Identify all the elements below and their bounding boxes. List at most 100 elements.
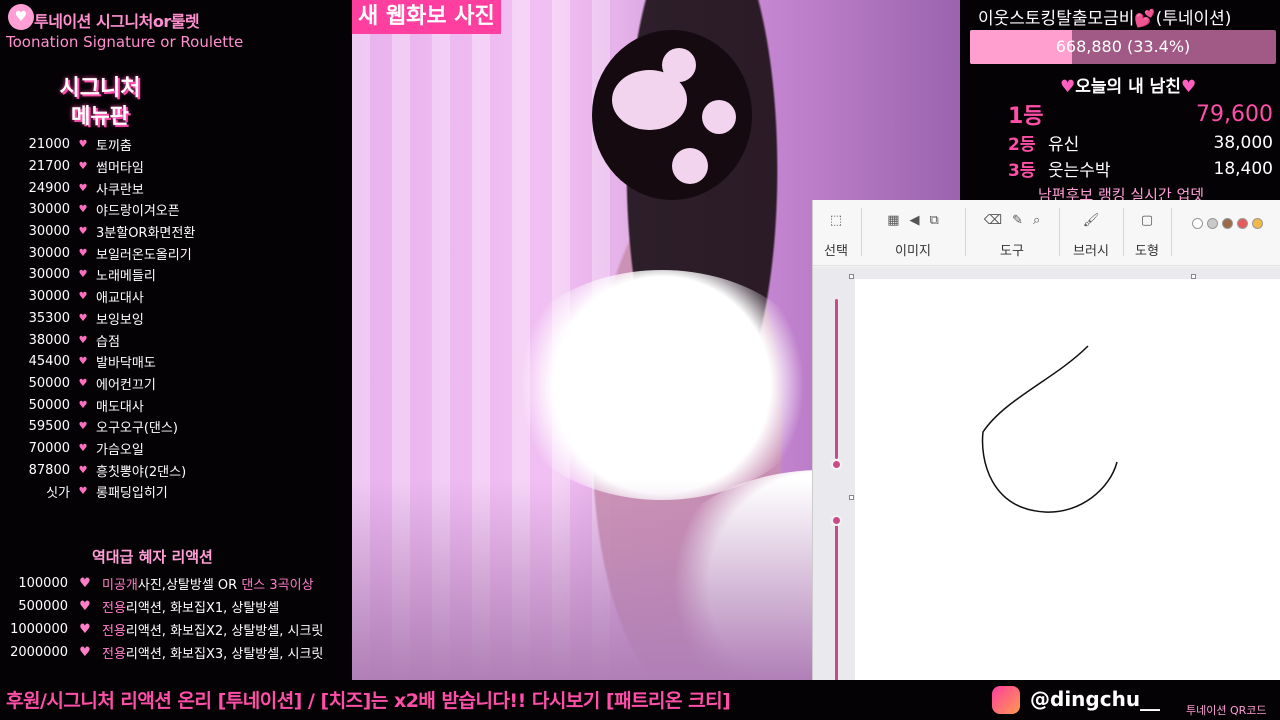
signature-name: 매도대사: [96, 399, 144, 415]
bunny-icon: ♥: [78, 161, 88, 173]
signature-amount: 87800: [28, 462, 70, 478]
signature-amount: 59500: [28, 419, 70, 435]
reaction-amount: 100000: [18, 576, 68, 591]
bunny-icon: ♥: [78, 334, 88, 346]
signature-name: 토끼춤: [96, 139, 132, 155]
signature-name: 야드랑이겨오픈: [96, 204, 180, 220]
signature-list: 21000 ♥ 토끼춤 21700 ♥ 썸머타임 24900 ♥ 사쿠란보 30000…: [6, 134, 336, 503]
resize-handle[interactable]: [849, 495, 854, 500]
signature-name: 흥칫뽕야(2댄스): [96, 464, 187, 480]
signature-amount: 싯가: [46, 486, 70, 502]
signature-amount: 21000: [28, 137, 70, 153]
rank-place: 3등: [1008, 161, 1036, 181]
instagram-handle: @dingchu__: [1030, 687, 1161, 711]
menu-title: 시그니처: [59, 76, 141, 101]
color-swatch[interactable]: [1221, 217, 1233, 229]
bunny-icon: ♥: [78, 204, 88, 216]
reaction-amount: 1000000: [10, 622, 68, 637]
goal-progress-bar: 668,880 (33.4%): [970, 30, 1276, 64]
toolgroup-tools[interactable]: ⌫ ✎ ⌕ 도구: [967, 200, 1057, 266]
signature-row: 50000 ♥ 매도대사: [6, 394, 336, 416]
paint-toolbar: ⬚ 선택 ▦ ◀ ⧉ 이미지 ⌫ ✎ ⌕ 도구 🖌 브러시 ▢ 도형: [813, 200, 1280, 266]
reaction-amount: 500000: [18, 599, 68, 614]
menu-subtitle: 메뉴판: [71, 104, 129, 128]
signature-name: 썸머타임: [96, 161, 144, 177]
reaction-title: 역대급 혜자 리액션: [92, 548, 213, 566]
bunny-icon: ♥: [8, 4, 34, 30]
crop-icon: ▦: [887, 212, 900, 228]
color-swatch[interactable]: [1251, 217, 1263, 229]
signature-name: 습점: [96, 334, 120, 350]
bunny-icon: ♥: [78, 139, 88, 151]
bunny-icon: ♥: [78, 312, 88, 324]
drawing-canvas[interactable]: [855, 279, 1280, 694]
signature-amount: 30000: [28, 267, 70, 283]
brush-size-slider[interactable]: [825, 279, 849, 689]
toolgroup-brush[interactable]: 🖌 브러시: [1061, 200, 1121, 266]
select-icon: ⬚: [829, 212, 843, 228]
rank-place: 1등: [1008, 104, 1044, 129]
signature-amount: 30000: [28, 224, 70, 240]
panel-title: 투네이션 시그니처or룰렛: [34, 12, 200, 31]
ranking-title: ♥오늘의 내 남친♥: [1060, 77, 1197, 97]
brush-icon: 🖌: [1082, 212, 1100, 228]
rank-amount: 18,400: [1213, 158, 1273, 179]
toolgroup-label: 브러시: [1073, 244, 1109, 259]
reaction-desc: 전용리액션, 화보집X2, 상탈방셀, 시크릿: [102, 624, 324, 639]
toolgroup-shapes[interactable]: ▢ 도형: [1125, 200, 1169, 266]
toolgroup-label: 선택: [824, 244, 848, 259]
signature-amount: 38000: [28, 332, 70, 348]
ranking-row: 1등 79,600: [1008, 98, 1273, 130]
signature-row: 21000 ♥ 토끼춤: [6, 134, 336, 156]
new-photo-banner: 새 웹화보 사진: [352, 0, 501, 34]
resize-handle[interactable]: [1191, 274, 1196, 279]
reaction-amount: 2000000: [10, 645, 68, 660]
resize-handle[interactable]: [849, 274, 854, 279]
rank-name: 웃는수박: [1048, 161, 1111, 181]
heart-icon: ♥: [79, 576, 91, 591]
toolgroup-select[interactable]: ⬚ 선택: [813, 200, 859, 266]
signature-name: 3분할OR화면전환: [96, 226, 196, 242]
heart-icon: ♥: [79, 645, 91, 660]
color-swatch[interactable]: [1206, 217, 1218, 229]
toolgroup-image[interactable]: ▦ ◀ ⧉ 이미지: [863, 200, 963, 266]
qr-label: 투네이션 QR코드: [1186, 704, 1267, 717]
signature-row: 21700 ♥ 썸머타임: [6, 156, 336, 178]
bunny-icon: ♥: [78, 269, 88, 281]
bunny-icon: ♥: [78, 377, 88, 389]
bunny-icon: ♥: [78, 399, 88, 411]
signature-amount: 21700: [28, 159, 70, 175]
cloud-sticker: [502, 270, 822, 500]
canvas-area: [813, 267, 1280, 694]
reaction-list: 100000 ♥ 미공개사진,상탈방셀 OR 댄스 3곡이상 500000 ♥ 전…: [2, 572, 352, 664]
signature-row: 35300 ♥ 보잉보잉: [6, 308, 336, 330]
signature-menu-panel: ♥ 투네이션 시그니처or룰렛 Toonation Signature or R…: [0, 0, 352, 680]
signature-row: 30000 ♥ 야드랑이겨오픈: [6, 199, 336, 221]
bunny-icon: ♥: [78, 486, 88, 498]
bottom-notice: 후원/시그니처 리액션 온리 [투네이션] / [치즈]는 x2배 받습니다!!…: [6, 690, 731, 712]
toolgroup-label: 이미지: [895, 244, 931, 259]
signature-amount: 50000: [28, 397, 70, 413]
toolgroup-label: 도구: [1000, 244, 1024, 259]
signature-name: 노래메들리: [96, 269, 156, 285]
signature-name: 보잉보잉: [96, 312, 144, 328]
color-swatch[interactable]: [1191, 217, 1203, 229]
bunny-icon: ♥: [78, 421, 88, 433]
rotate-icon: ◀: [909, 212, 920, 228]
signature-amount: 70000: [28, 440, 70, 456]
color-palette[interactable]: [1173, 200, 1280, 266]
signature-name: 사쿠란보: [96, 182, 144, 198]
signature-name: 발바닥매도: [96, 356, 156, 372]
reaction-row: 500000 ♥ 전용리액션, 화보집X1, 상탈방셀: [2, 595, 352, 618]
signature-name: 에어컨끄기: [96, 377, 156, 393]
bunny-icon: ♥: [78, 247, 88, 259]
paint-window: ⬚ 선택 ▦ ◀ ⧉ 이미지 ⌫ ✎ ⌕ 도구 🖌 브러시 ▢ 도형: [812, 200, 1280, 694]
bottom-banner: 후원/시그니처 리액션 온리 [투네이션] / [치즈]는 x2배 받습니다!!…: [0, 680, 1280, 720]
color-swatch[interactable]: [1236, 217, 1248, 229]
rank-amount: 79,600: [1196, 101, 1273, 127]
bunny-icon: ♥: [78, 182, 88, 194]
rank-place: 2등: [1008, 135, 1036, 155]
signature-row: 30000 ♥ 애교대사: [6, 286, 336, 308]
signature-row: 30000 ♥ 보일러온도올리기: [6, 242, 336, 264]
toolgroup-label: 도형: [1135, 244, 1159, 259]
